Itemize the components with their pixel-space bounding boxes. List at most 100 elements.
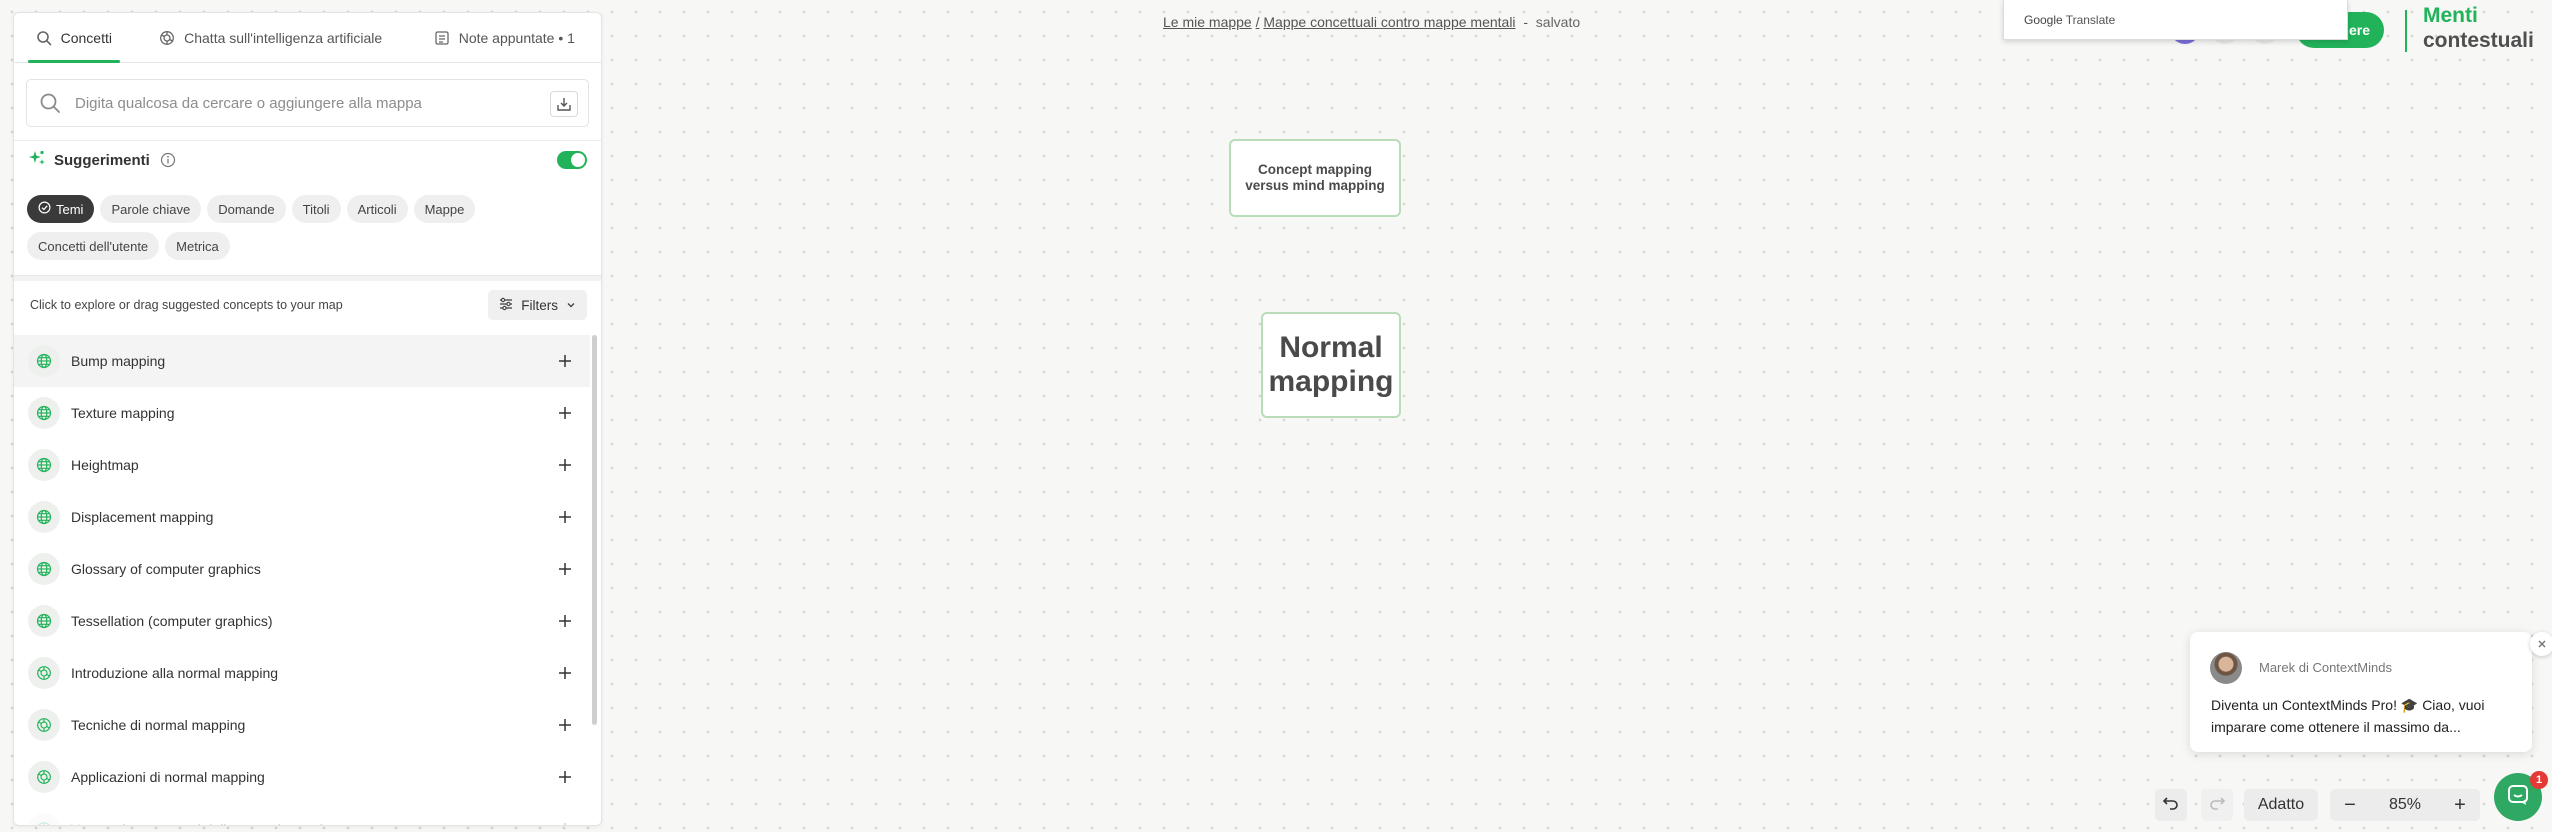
panel-tabs: Concetti Chatta sull'intelligenza artifi… <box>14 13 601 63</box>
concept-item[interactable]: Bump mapping <box>14 335 590 387</box>
concept-item[interactable]: Glossary of computer graphics <box>14 543 590 595</box>
google-translate-brand: Google <box>2024 12 2063 27</box>
zoom-level: 85% <box>2388 796 2422 813</box>
concept-item[interactable]: Introduzione alla normal mapping <box>14 647 590 699</box>
google-translate-bar: Google Translate <box>2003 0 2348 40</box>
chip-concetti-utente[interactable]: Concetti dell'utente <box>27 232 160 260</box>
google-translate-label: Translate <box>2065 12 2116 27</box>
concept-label: Texture mapping <box>71 405 175 421</box>
brand-logo[interactable]: Menti contestuali <box>2423 3 2534 53</box>
add-to-map-icon[interactable] <box>556 612 574 630</box>
chip-label: Temi <box>56 201 84 217</box>
suggestions-title: Suggerimenti <box>54 151 150 169</box>
brand-line2: contestuali <box>2423 29 2534 52</box>
brand-divider <box>2405 10 2407 52</box>
concept-label: Bump mapping <box>71 353 166 369</box>
map-node[interactable]: Normal mapping <box>1261 312 1401 418</box>
add-to-map-icon[interactable] <box>556 820 574 825</box>
tab-concetti[interactable]: Concetti <box>14 13 134 63</box>
add-to-map-icon[interactable] <box>556 508 574 526</box>
concept-label: Displacement mapping <box>71 509 214 525</box>
concept-item[interactable]: Tecniche di normal mapping <box>14 699 590 751</box>
chip-domande[interactable]: Domande <box>207 195 286 223</box>
explore-hint: Click to explore or drag suggested conce… <box>30 298 343 312</box>
tab-label: Chatta sull'intelligenza artificiale <box>184 29 383 46</box>
suggestions-toggle[interactable] <box>557 151 587 169</box>
globe-icon <box>28 397 60 429</box>
concepts-panel: Concetti Chatta sull'intelligenza artifi… <box>13 12 602 826</box>
globe-icon <box>28 605 60 637</box>
concept-item[interactable]: Displacement mapping <box>14 491 590 543</box>
chat-message: Diventa un ContextMinds Pro! 🎓 Ciao, vuo… <box>2211 697 2485 735</box>
add-to-map-icon[interactable] <box>556 664 574 682</box>
concept-label: Glossary of computer graphics <box>71 561 261 577</box>
concept-item[interactable]: Applicazioni di normal mapping <box>14 751 590 803</box>
redo-button[interactable] <box>2201 789 2233 821</box>
chat-bubble-icon <box>2506 783 2530 812</box>
openai-icon <box>159 30 175 46</box>
chip-temi[interactable]: Temi <box>27 195 95 223</box>
list-scrollbar[interactable] <box>592 335 597 725</box>
breadcrumb: Le mie mappe / Mappe concettuali contro … <box>1163 14 1580 30</box>
globe-icon <box>28 345 60 377</box>
add-to-map-icon[interactable] <box>556 456 574 474</box>
breadcrumb-dash: - <box>1523 14 1528 30</box>
openai-icon <box>28 761 60 793</box>
tab-note-appuntate[interactable]: Note appuntate • 1 <box>408 13 601 62</box>
chevron-down-icon <box>566 298 576 313</box>
check-circle-icon <box>38 201 51 217</box>
concept-label: Heightmap <box>71 457 139 473</box>
add-to-map-icon[interactable] <box>556 560 574 578</box>
tab-label: Concetti <box>60 29 112 46</box>
zoom-out-button[interactable]: − <box>2340 795 2360 815</box>
chip-mappe[interactable]: Mappe <box>413 195 476 223</box>
suggestion-type-chips: Temi Parole chiave Domande Titoli Artico… <box>27 195 587 260</box>
fit-to-screen-button[interactable]: Adatto <box>2244 789 2318 821</box>
breadcrumb-separator: / <box>1255 14 1260 30</box>
chip-titoli[interactable]: Titoli <box>291 195 341 223</box>
globe-icon <box>28 501 60 533</box>
sliders-icon <box>499 297 513 314</box>
concept-label: Tecniche di normal mapping <box>71 717 246 733</box>
openai-icon <box>28 657 60 689</box>
chip-articoli[interactable]: Articoli <box>346 195 408 223</box>
concept-item[interactable]: Texture mapping <box>14 387 590 439</box>
globe-icon <box>28 553 60 585</box>
add-to-map-icon[interactable] <box>556 716 574 734</box>
breadcrumb-root[interactable]: Le mie mappe <box>1163 14 1252 30</box>
search-icon <box>39 92 61 114</box>
concept-list: Bump mapping Texture mapping Heightmap Disp… <box>14 335 590 825</box>
breadcrumb-current-map[interactable]: Mappe concettuali contro mappe mentali <box>1263 14 1515 30</box>
divider <box>14 275 601 281</box>
suggestions-header: Suggerimenti <box>28 149 587 171</box>
globe-icon <box>28 449 60 481</box>
chat-popup[interactable]: Marek di ContextMinds Diventa un Context… <box>2190 632 2532 752</box>
undo-button[interactable] <box>2155 789 2187 821</box>
concept-label: Vantaggi e svantaggi della normal mappin… <box>71 821 338 825</box>
add-to-map-icon[interactable] <box>556 768 574 786</box>
zoom-in-button[interactable]: + <box>2450 795 2470 815</box>
zoom-control: − 85% + <box>2330 789 2480 821</box>
filters-button[interactable]: Filters <box>488 290 587 320</box>
chat-sender: Marek di ContextMinds <box>2259 660 2392 675</box>
import-icon[interactable] <box>550 91 578 117</box>
notification-badge: 1 <box>2530 771 2548 789</box>
concept-item[interactable]: Heightmap <box>14 439 590 491</box>
concept-item[interactable]: Vantaggi e svantaggi della normal mappin… <box>14 803 590 825</box>
concept-item[interactable]: Tessellation (computer graphics) <box>14 595 590 647</box>
concept-label: Introduzione alla normal mapping <box>71 665 279 681</box>
chip-parole-chiave[interactable]: Parole chiave <box>100 195 202 223</box>
search-icon <box>36 30 52 46</box>
chip-metrica[interactable]: Metrica <box>165 232 230 260</box>
search-input[interactable] <box>75 94 515 112</box>
divider <box>14 140 601 141</box>
add-to-map-icon[interactable] <box>556 404 574 422</box>
concept-search-box <box>26 79 589 127</box>
add-to-map-icon[interactable] <box>556 352 574 370</box>
concept-label: Tessellation (computer graphics) <box>71 613 273 629</box>
map-node[interactable]: Concept mapping versus mind mapping <box>1229 139 1401 217</box>
tab-chat-ai[interactable]: Chatta sull'intelligenza artificiale <box>134 13 408 62</box>
sparkle-icon <box>28 149 46 172</box>
close-icon[interactable] <box>2530 632 2552 656</box>
info-icon[interactable] <box>160 152 176 168</box>
